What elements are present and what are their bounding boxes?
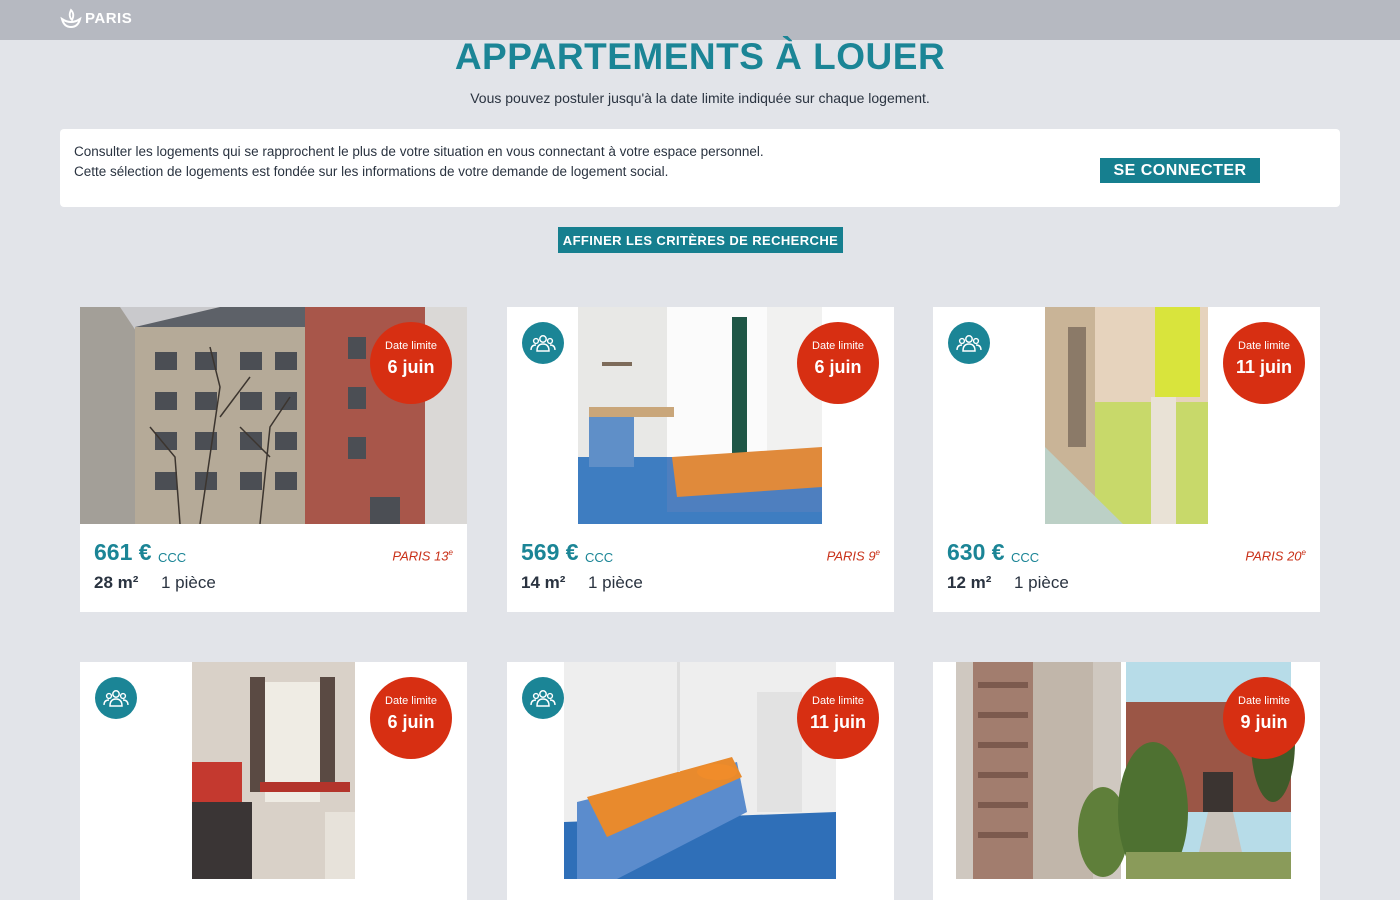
deadline-label: Date limite: [812, 695, 864, 707]
page-subtitle: Vous pouvez postuler jusqu'à la date lim…: [470, 90, 930, 106]
page-title: APPARTEMENTS À LOUER: [0, 36, 1400, 78]
listing-charges: CCC: [158, 550, 187, 565]
deadline-badge: Date limite 6 juin: [370, 322, 452, 404]
shared-housing-badge: [522, 322, 564, 364]
group-icon: [530, 335, 556, 352]
paris-logo[interactable]: PARIS: [60, 7, 132, 29]
listing-rooms: 1 pièce: [161, 573, 216, 592]
listing-card[interactable]: Date limite 11 juin 630 € CCC PARIS 20e …: [933, 307, 1320, 612]
district-name: PARIS 13: [392, 548, 449, 564]
deadline-badge: Date limite 9 juin: [1223, 677, 1305, 759]
refine-search-button[interactable]: AFFINER LES CRITÈRES DE RECHERCHE: [558, 227, 843, 253]
deadline-label: Date limite: [1238, 340, 1290, 352]
deadline-badge: Date limite 11 juin: [1223, 322, 1305, 404]
page-title-strong: APPARTEMENTS: [454, 36, 765, 77]
listing-charges: CCC: [1011, 550, 1040, 565]
shared-housing-badge: [95, 677, 137, 719]
deadline-label: Date limite: [1238, 695, 1290, 707]
listing-surface: 12 m²: [947, 573, 992, 592]
listing-card[interactable]: Date limite 11 juin: [507, 662, 894, 900]
listing-price: 661 €: [94, 539, 152, 565]
listing-price: 630 €: [947, 539, 1005, 565]
deadline-date: 11 juin: [1235, 357, 1293, 377]
deadline-date: 11 juin: [809, 712, 867, 732]
listing-surface: 28 m²: [94, 573, 139, 592]
listing-card[interactable]: Date limite 6 juin 661 € CCC PARIS 13e 2…: [80, 307, 467, 612]
connect-button[interactable]: SE CONNECTER: [1100, 158, 1260, 183]
deadline-date: 9 juin: [1240, 712, 1288, 732]
district-suffix: e: [1301, 548, 1306, 557]
top-bar: PARIS: [0, 0, 1400, 40]
info-text-line-1: Consulter les logements qui se rapproche…: [74, 144, 764, 159]
group-icon: [103, 690, 129, 707]
district-name: PARIS 20: [1245, 548, 1302, 564]
group-icon: [956, 335, 982, 352]
district-suffix: e: [875, 548, 880, 557]
listing-rooms: 1 pièce: [588, 573, 643, 592]
deadline-badge: Date limite 6 juin: [370, 677, 452, 759]
deadline-label: Date limite: [812, 340, 864, 352]
district-suffix: e: [448, 548, 453, 557]
login-info-box: Consulter les logements qui se rapproche…: [60, 129, 1340, 207]
paris-boat-icon: [60, 8, 82, 28]
deadline-label: Date limite: [385, 340, 437, 352]
district-name: PARIS 9: [826, 548, 876, 564]
deadline-date: 6 juin: [814, 357, 862, 377]
listing-card[interactable]: Date limite 6 juin: [80, 662, 467, 900]
listing-surface: 14 m²: [521, 573, 566, 592]
group-icon: [530, 690, 556, 707]
shared-housing-badge: [948, 322, 990, 364]
deadline-badge: Date limite 6 juin: [797, 322, 879, 404]
listing-district: PARIS 20e: [1245, 548, 1306, 563]
listing-price: 569 €: [521, 539, 579, 565]
listing-rooms: 1 pièce: [1014, 573, 1069, 592]
listing-district: PARIS 9e: [827, 548, 880, 563]
page-title-rest: À LOUER: [764, 36, 946, 77]
listing-card[interactable]: Date limite 9 juin: [933, 662, 1320, 900]
info-text-line-2: Cette sélection de logements est fondée …: [74, 164, 669, 179]
deadline-badge: Date limite 11 juin: [797, 677, 879, 759]
shared-housing-badge: [522, 677, 564, 719]
deadline-date: 6 juin: [387, 712, 435, 732]
logo-text: PARIS: [85, 9, 133, 27]
listing-district: PARIS 13e: [392, 548, 453, 563]
listing-charges: CCC: [585, 550, 614, 565]
listing-card[interactable]: Date limite 6 juin 569 € CCC PARIS 9e 14…: [507, 307, 894, 612]
deadline-date: 6 juin: [387, 357, 435, 377]
deadline-label: Date limite: [385, 695, 437, 707]
